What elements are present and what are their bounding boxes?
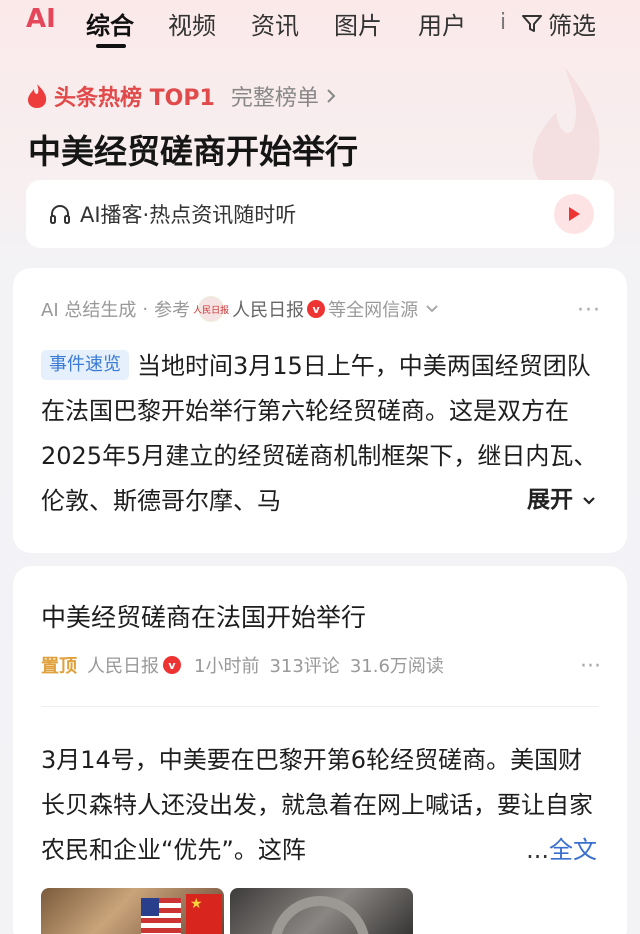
chevron-down-icon <box>426 305 438 313</box>
tab-video[interactable]: 视频 <box>168 6 216 41</box>
filter-label: 筛选 <box>548 12 596 40</box>
divider <box>41 706 599 707</box>
article-image-flags[interactable] <box>41 888 224 934</box>
pinned-badge: 置顶 <box>41 656 77 677</box>
expand-label: 展开 <box>526 487 573 513</box>
event-tag: 事件速览 <box>41 350 129 380</box>
chevron-down-icon <box>583 497 595 505</box>
podcast-label: AI播客·热点资讯随时听 <box>80 203 297 227</box>
arch-shape <box>270 896 370 934</box>
all-sources-toggle[interactable]: 等全网信源 <box>328 296 418 322</box>
article-comments: 313评论 <box>269 656 340 677</box>
page-title: 中美经贸磋商开始举行 <box>28 132 358 171</box>
play-button[interactable] <box>554 194 594 234</box>
article-reads: 31.6万阅读 <box>349 656 444 677</box>
tab-users[interactable]: 用户 <box>418 6 466 41</box>
article-card[interactable]: 中美经贸磋商在法国开始举行 置顶 人民日报 v 1小时前 313评论 31.6万… <box>13 566 627 934</box>
full-list-link[interactable]: 完整榜单 <box>231 80 319 112</box>
chevron-right-icon <box>327 89 336 103</box>
hot-list-header[interactable]: 头条热榜 TOP1 完整榜单 <box>26 80 337 112</box>
filter-button[interactable]: 筛选 <box>520 6 596 41</box>
ai-podcast-bar[interactable]: AI播客·热点资讯随时听 <box>26 180 614 248</box>
verified-badge-icon: v <box>163 656 181 674</box>
more-options-icon[interactable]: ··· <box>580 654 601 679</box>
tab-images[interactable]: 图片 <box>334 6 382 41</box>
search-tab-bar: AI 综合 视频 资讯 图片 用户 i 筛选 <box>0 0 640 50</box>
filter-icon <box>522 14 542 32</box>
tab-news[interactable]: 资讯 <box>251 6 299 41</box>
expand-button[interactable]: 展开 <box>496 482 597 518</box>
article-image-arch[interactable] <box>230 888 413 934</box>
ellipsis: ... <box>526 836 549 864</box>
summary-meta: AI 总结生成 · 参考 人民日报 人民日报 v 等全网信源 <box>41 296 440 322</box>
tab-comprehensive[interactable]: 综合 <box>86 6 134 41</box>
flame-icon <box>28 84 47 108</box>
source-name[interactable]: 人民日报 <box>232 296 304 322</box>
tab-ai[interactable]: AI <box>26 4 56 34</box>
china-flag <box>186 894 222 934</box>
ai-summary-card: AI 总结生成 · 参考 人民日报 人民日报 v 等全网信源 ··· 事件速览当… <box>13 268 627 553</box>
headphones-icon <box>50 205 70 224</box>
tab-overflow[interactable]: i <box>500 10 506 35</box>
full-text-link[interactable]: ...全文 <box>496 832 597 868</box>
article-time: 1小时前 <box>194 656 260 677</box>
active-tab-indicator <box>96 44 126 48</box>
reference-label: 参考 <box>154 300 191 321</box>
play-icon <box>569 207 580 221</box>
article-source[interactable]: 人民日报 <box>87 652 159 678</box>
source-logo: 人民日报 <box>193 296 229 322</box>
article-title[interactable]: 中美经贸磋商在法国开始举行 <box>41 598 366 634</box>
verified-badge-icon: v <box>307 300 326 318</box>
more-options-icon[interactable]: ··· <box>577 298 601 323</box>
article-meta: 置顶 人民日报 v 1小时前 313评论 31.6万阅读 <box>41 652 444 678</box>
ai-generated-label: AI 总结生成 <box>41 300 137 321</box>
us-flag <box>141 898 181 934</box>
hot-list-title: 头条热榜 TOP1 <box>54 86 215 111</box>
full-text-label: 全文 <box>549 836 597 864</box>
